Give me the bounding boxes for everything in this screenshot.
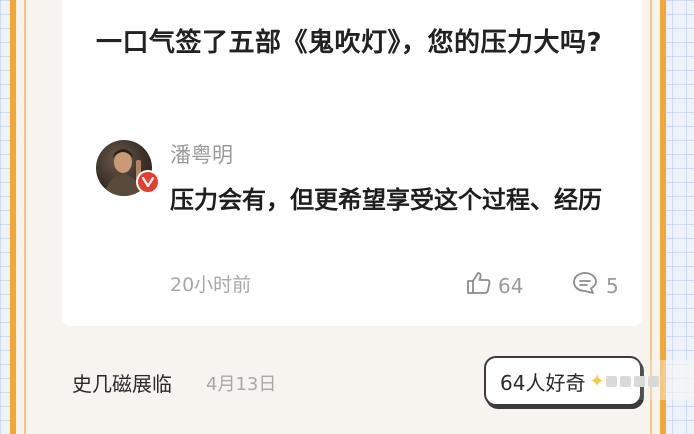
curious-count-label: 64人好奇 [500, 370, 586, 395]
thumbs-up-icon [466, 271, 492, 301]
asker-name[interactable]: 史几磁展临 [72, 370, 172, 398]
comment-button[interactable]: 5 [572, 271, 619, 301]
comment-bubble-icon [572, 271, 598, 301]
asked-date: 4月13日 [206, 374, 277, 395]
answer-timestamp: 20小时前 [170, 274, 252, 296]
like-count: 64 [498, 274, 524, 298]
watermark-blur [606, 376, 659, 387]
like-button[interactable]: 64 [466, 271, 523, 301]
question-title[interactable]: 一口气签了五部《鬼吹灯》，您的压力大吗? [96, 18, 636, 68]
sparkle-icon: ✦ [589, 370, 605, 392]
answer-text: 压力会有，但更希望享受这个过程、经历 [170, 186, 602, 214]
answer-author[interactable]: 潘粤明 [170, 141, 233, 169]
comment-count: 5 [606, 274, 619, 298]
verified-badge-icon [136, 170, 160, 194]
